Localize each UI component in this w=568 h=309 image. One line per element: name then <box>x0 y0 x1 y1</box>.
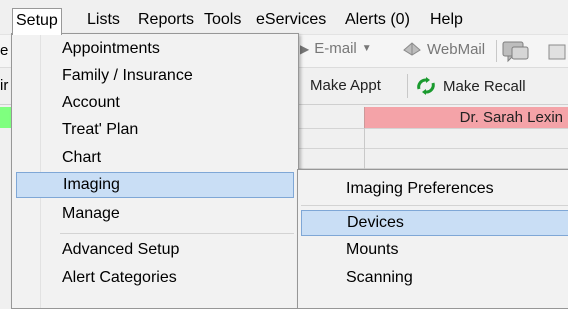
make-recall-button[interactable]: Make Recall <box>414 76 526 96</box>
submenu-divider <box>301 205 568 206</box>
email-label: E-mail <box>314 40 357 57</box>
webmail-button[interactable]: WebMail <box>402 40 485 58</box>
menu-item-family-insurance[interactable]: Family / Insurance <box>16 63 294 89</box>
menu-item-alert-categories[interactable]: Alert Categories <box>16 265 294 291</box>
submenu-item-devices-label: Devices <box>347 214 404 231</box>
webmail-icon <box>403 42 421 56</box>
provider-name: Dr. Sarah Lexin <box>459 109 563 126</box>
make-recall-label: Make Recall <box>443 77 526 95</box>
chat-icon[interactable] <box>502 41 530 63</box>
webmail-label: WebMail <box>427 40 486 58</box>
email-button[interactable]: ▶ E-mail ▼ <box>300 40 372 57</box>
menu-setup[interactable]: Setup <box>12 8 62 35</box>
submenu-item-devices[interactable]: Devices <box>301 210 568 236</box>
menu-item-imaging-label: Imaging <box>63 176 120 193</box>
chevron-down-icon: ▼ <box>361 43 372 54</box>
menu-help[interactable]: Help <box>428 9 465 31</box>
setup-menu: Appointments Family / Insurance Account … <box>11 33 299 309</box>
make-appt-button[interactable]: Make Appt <box>310 77 381 94</box>
submenu-item-scanning[interactable]: Scanning <box>301 265 568 291</box>
imaging-submenu: Imaging Preferences Devices Mounts Scann… <box>297 169 568 309</box>
make-appt-label: Make Appt <box>310 77 381 94</box>
menubar: Setup Lists Reports Tools eServices Aler… <box>0 0 568 35</box>
menu-lists[interactable]: Lists <box>85 9 122 31</box>
menu-alerts[interactable]: Alerts (0) <box>343 9 412 31</box>
schedule-gridline <box>297 128 568 129</box>
submenu-item-mounts[interactable]: Mounts <box>301 237 568 263</box>
menu-tools[interactable]: Tools <box>202 9 243 31</box>
more-toolbar-icon[interactable] <box>548 43 568 61</box>
menu-item-manage[interactable]: Manage <box>16 201 294 227</box>
menu-item-treat-plan[interactable]: Treat' Plan <box>16 117 294 143</box>
menu-item-chart[interactable]: Chart <box>16 145 294 171</box>
menu-reports[interactable]: Reports <box>136 9 196 31</box>
menu-item-account[interactable]: Account <box>16 90 294 116</box>
provider-column-header[interactable]: Dr. Sarah Lexin <box>364 107 568 128</box>
menu-divider <box>60 233 294 234</box>
menu-item-imaging[interactable]: Imaging <box>16 172 294 198</box>
toolbar-separator <box>496 40 497 62</box>
schedule-gridline <box>297 148 568 149</box>
toolbar2-separator <box>407 74 408 98</box>
submenu-item-imaging-preferences[interactable]: Imaging Preferences <box>301 176 568 202</box>
schedule-column-divider <box>364 128 365 169</box>
recall-refresh-icon <box>417 77 435 95</box>
menu-item-appointments[interactable]: Appointments <box>16 36 294 62</box>
menu-item-advanced-setup[interactable]: Advanced Setup <box>16 237 294 263</box>
menu-eservices[interactable]: eServices <box>254 9 328 31</box>
